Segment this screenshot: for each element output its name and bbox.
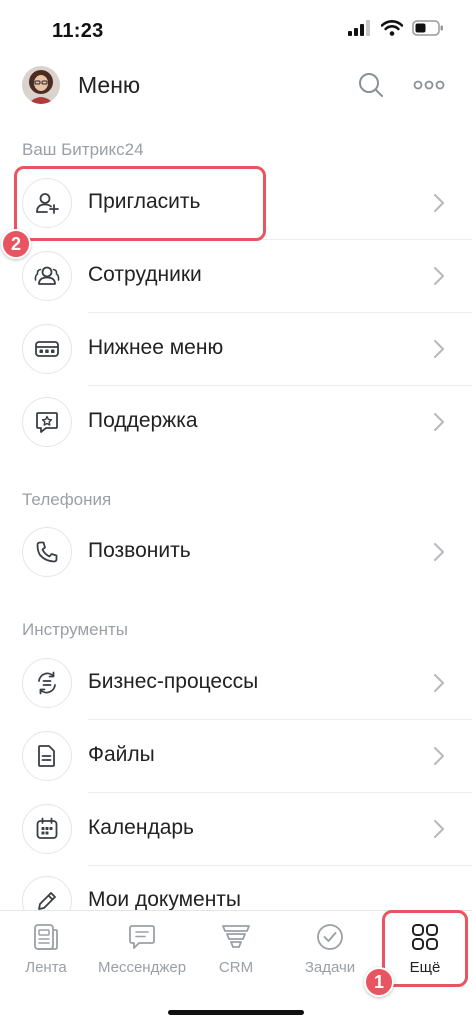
- page-title: Меню: [78, 72, 141, 98]
- icon-circle: [22, 804, 72, 854]
- signal-icon: [348, 20, 370, 36]
- menu-item-label: Сотрудники: [88, 263, 202, 286]
- business-process-icon: [38, 671, 56, 695]
- section-title-tools: Инструменты: [22, 620, 129, 639]
- chevron-right-icon: [434, 340, 444, 358]
- messenger-icon: [129, 925, 155, 949]
- avatar-image: [22, 66, 60, 104]
- home-indicator: [168, 1010, 304, 1015]
- menu-item-label: Нижнее меню: [88, 336, 224, 359]
- menu-item-label: Позвонить: [88, 539, 191, 562]
- file-icon: [38, 745, 55, 767]
- crm-icon: [222, 925, 250, 948]
- tab-label: Лента: [25, 959, 67, 976]
- chevron-right-icon: [434, 194, 444, 212]
- menu-item-label: Бизнес-процессы: [88, 670, 259, 693]
- tab-messenger[interactable]: Мессенджер: [92, 921, 192, 991]
- header: Меню: [0, 62, 472, 114]
- support-icon: [36, 412, 58, 433]
- bottom-menu-icon: [35, 341, 59, 357]
- feed-icon: [34, 924, 58, 950]
- divider: [88, 385, 472, 386]
- tab-label: Задачи: [304, 959, 356, 976]
- more-options-icon[interactable]: [412, 70, 446, 100]
- tab-feed[interactable]: Лента: [12, 921, 80, 991]
- section-title-telephony: Телефония: [22, 490, 112, 509]
- menu-item-files[interactable]: Файлы: [0, 721, 472, 793]
- menu-item-bottom-menu[interactable]: Нижнее меню: [0, 314, 472, 386]
- status-time: 11:23: [52, 20, 104, 42]
- phone-icon: [36, 541, 58, 563]
- menu-item-business-processes[interactable]: Бизнес-процессы: [0, 648, 472, 720]
- menu-item-call[interactable]: Позвонить: [0, 517, 472, 589]
- tasks-icon: [317, 924, 343, 950]
- menu-item-label: Календарь: [88, 816, 194, 839]
- icon-circle: [22, 251, 72, 301]
- calendar-icon: [36, 817, 58, 839]
- menu-item-employees[interactable]: Сотрудники: [0, 241, 472, 313]
- battery-icon: [412, 20, 443, 36]
- menu-item-label: Мои документы: [88, 888, 242, 911]
- tab-label: Мессенджер: [97, 959, 187, 976]
- menu-item-calendar[interactable]: Календарь: [0, 794, 472, 866]
- highlight-frame-invite: [14, 166, 266, 241]
- step-badge-2: 2: [1, 229, 31, 259]
- icon-circle: [22, 527, 72, 577]
- chevron-right-icon: [434, 543, 444, 561]
- icon-circle: [22, 731, 72, 781]
- search-icon[interactable]: [356, 70, 386, 100]
- status-bar: 11:23: [0, 0, 472, 62]
- tab-label: CRM: [218, 959, 254, 976]
- step-badge-1: 1: [364, 967, 394, 997]
- chevron-right-icon: [434, 413, 444, 431]
- tab-tasks[interactable]: Задачи: [296, 921, 364, 991]
- divider: [88, 312, 472, 313]
- tab-crm[interactable]: CRM: [202, 921, 270, 991]
- icon-circle: [22, 658, 72, 708]
- icon-circle: [22, 324, 72, 374]
- section-title-bitrix: Ваш Битрикс24: [22, 140, 144, 159]
- chevron-right-icon: [434, 820, 444, 838]
- users-icon: [34, 266, 60, 285]
- avatar[interactable]: [22, 66, 60, 104]
- status-icons: [348, 20, 444, 36]
- divider: [88, 792, 472, 793]
- divider: [88, 719, 472, 720]
- menu-item-support[interactable]: Поддержка: [0, 387, 472, 459]
- menu-item-label: Файлы: [88, 743, 155, 766]
- chevron-right-icon: [434, 267, 444, 285]
- chevron-right-icon: [434, 674, 444, 692]
- wifi-icon: [381, 20, 403, 36]
- highlight-frame-more: [382, 910, 468, 987]
- chevron-right-icon: [434, 747, 444, 765]
- menu-item-label: Поддержка: [88, 409, 198, 432]
- icon-circle: [22, 397, 72, 447]
